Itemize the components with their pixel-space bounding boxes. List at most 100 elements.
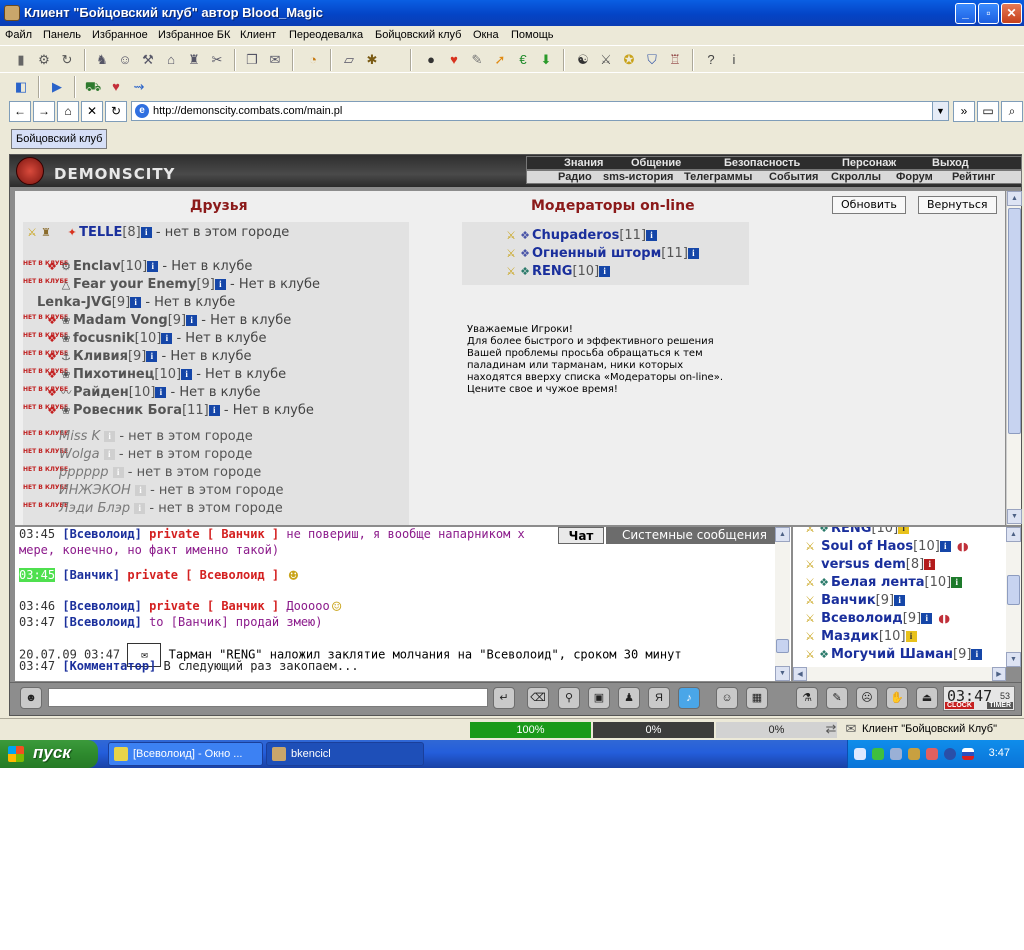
- info-icon[interactable]: i: [155, 387, 167, 398]
- castle-icon[interactable]: ♖: [666, 51, 684, 69]
- info-icon[interactable]: i: [599, 266, 611, 277]
- chevron-down-icon[interactable]: ▼: [932, 102, 948, 120]
- friend-nick[interactable]: pppppp: [59, 465, 109, 480]
- scroll-up-icon[interactable]: ▲: [775, 527, 790, 542]
- reload-icon[interactable]: ↻: [105, 101, 127, 122]
- private-target[interactable]: private [ Ванчик ]: [149, 599, 279, 613]
- save-icon[interactable]: ▣: [588, 687, 610, 709]
- info-icon[interactable]: i: [894, 595, 906, 606]
- menu-file[interactable]: Файл: [5, 29, 32, 41]
- info-icon[interactable]: i: [146, 351, 158, 362]
- tab-system-messages[interactable]: Системные сообщения: [606, 527, 786, 544]
- user-nick[interactable]: Маздик: [821, 629, 879, 644]
- nav-scrolls[interactable]: Скроллы: [831, 171, 881, 184]
- nav-forum[interactable]: Форум: [896, 171, 933, 184]
- medal-icon[interactable]: ✪: [620, 51, 638, 69]
- swords-icon[interactable]: ⚔: [597, 51, 615, 69]
- nav-exit[interactable]: Выход: [932, 157, 969, 170]
- clock-icon[interactable]: ◔: [304, 51, 322, 69]
- info-icon[interactable]: i: [104, 431, 116, 442]
- info-icon[interactable]: i: [103, 449, 115, 460]
- info-icon[interactable]: i: [181, 369, 193, 380]
- friend-nick[interactable]: Enclav: [73, 259, 121, 274]
- chat-input[interactable]: [48, 688, 488, 707]
- nav-knowledge[interactable]: Знания: [564, 157, 603, 170]
- scroll-down-icon[interactable]: ▼: [775, 666, 790, 681]
- gear-icon[interactable]: ⚙: [35, 51, 53, 69]
- chat-nick[interactable]: [Ванчик]: [62, 568, 120, 582]
- info-icon[interactable]: i: [921, 613, 933, 624]
- back-button[interactable]: Вернуться: [918, 196, 997, 214]
- route-icon[interactable]: ⇝: [130, 78, 148, 96]
- start-button[interactable]: пуск: [0, 740, 98, 768]
- moderator-nick[interactable]: Chupaderos: [532, 228, 619, 243]
- tools-icon[interactable]: ✂: [208, 51, 226, 69]
- scroll-up-icon[interactable]: ▲: [1006, 527, 1021, 542]
- friend-nick[interactable]: Лэди Блэр: [59, 501, 130, 516]
- eraser-icon[interactable]: ▱: [340, 51, 358, 69]
- moderator-nick[interactable]: RENG: [532, 264, 572, 279]
- user-nick[interactable]: versus dem: [821, 557, 906, 572]
- info-icon[interactable]: i: [134, 485, 146, 496]
- help-icon[interactable]: ?: [702, 51, 720, 69]
- nav-sms-history[interactable]: sms-история: [603, 171, 673, 184]
- menu-panel[interactable]: Панель: [43, 29, 81, 41]
- cart-icon[interactable]: ⛟: [84, 78, 102, 96]
- play-icon[interactable]: ▶: [48, 78, 66, 96]
- chat-nick[interactable]: [Всеволоид]: [62, 527, 141, 541]
- tab-chat[interactable]: Чат: [558, 527, 604, 544]
- taskbar-item-chat-window[interactable]: [Всеволоид] - Окно ...: [108, 742, 263, 766]
- euro-icon[interactable]: €: [514, 51, 532, 69]
- smile-face-icon[interactable]: ☻: [20, 687, 42, 709]
- clock-label[interactable]: CLOCK: [945, 702, 974, 709]
- info-icon[interactable]: i: [112, 467, 124, 478]
- shield-icon[interactable]: ⛉: [643, 51, 661, 69]
- scroll-right-icon[interactable]: ▶: [992, 667, 1006, 681]
- chat-scrollbar[interactable]: ▲ ▼: [775, 527, 790, 681]
- user-nick[interactable]: Белая лента: [831, 575, 925, 590]
- moderator-nick[interactable]: Огненный шторм: [532, 246, 661, 261]
- clear-icon[interactable]: ⌫: [527, 687, 549, 709]
- info-icon[interactable]: i: [951, 577, 963, 588]
- info-icon[interactable]: i: [161, 333, 173, 344]
- home-icon[interactable]: ⌂: [57, 101, 79, 122]
- chat-nick[interactable]: [Всеволоид]: [62, 599, 141, 613]
- info-icon[interactable]: i: [147, 261, 159, 272]
- refresh-button[interactable]: Обновить: [832, 196, 906, 214]
- go-icon[interactable]: »: [953, 101, 975, 122]
- info-icon[interactable]: i: [898, 527, 910, 534]
- back-icon[interactable]: ←: [9, 101, 31, 122]
- scroll-icon[interactable]: ✎: [468, 51, 486, 69]
- menu-client[interactable]: Клиент: [240, 29, 276, 41]
- info-icon[interactable]: i: [971, 649, 983, 660]
- info-icon[interactable]: i: [939, 541, 951, 552]
- page-icon[interactable]: ▭: [977, 101, 999, 122]
- hands-icon[interactable]: ✋: [886, 687, 908, 709]
- chat-nick[interactable]: [Комментатор]: [62, 659, 156, 673]
- yin-yang-icon[interactable]: ☯: [574, 51, 592, 69]
- scroll-up-icon[interactable]: ▲: [1007, 191, 1022, 206]
- tab-fight-club[interactable]: Бойцовский клуб: [11, 129, 108, 149]
- friend-nick[interactable]: Lenka-JVG: [37, 295, 112, 310]
- person-icon[interactable]: ☺: [116, 51, 134, 69]
- friend-nick[interactable]: Пихотинец: [73, 367, 154, 382]
- inventory-icon[interactable]: ⚒: [139, 51, 157, 69]
- maximize-button[interactable]: ▫: [978, 3, 999, 24]
- heart-icon[interactable]: ♥: [445, 51, 463, 69]
- enter-icon[interactable]: ↵: [493, 687, 515, 709]
- friend-nick[interactable]: ИНЖЭКОН: [59, 483, 131, 498]
- mail-icon[interactable]: ✉: [266, 51, 284, 69]
- info-icon[interactable]: i: [130, 297, 142, 308]
- user-nick[interactable]: Soul of Haos: [821, 539, 913, 554]
- tray-app-icon[interactable]: [872, 748, 884, 760]
- private-target[interactable]: private [ Всеволоид ]: [127, 568, 279, 582]
- nav-character[interactable]: Персонаж: [842, 157, 896, 170]
- panel-icon[interactable]: ▮: [12, 51, 30, 69]
- nav-events[interactable]: События: [769, 171, 818, 184]
- menu-windows[interactable]: Окна: [473, 29, 499, 41]
- helmet-icon[interactable]: ♞: [93, 51, 111, 69]
- users-hscrollbar[interactable]: ◀ ▶: [793, 667, 1006, 681]
- forward-icon[interactable]: →: [33, 101, 55, 122]
- documents-icon[interactable]: ❐: [243, 51, 261, 69]
- private-target[interactable]: private [ Ванчик ]: [149, 527, 279, 541]
